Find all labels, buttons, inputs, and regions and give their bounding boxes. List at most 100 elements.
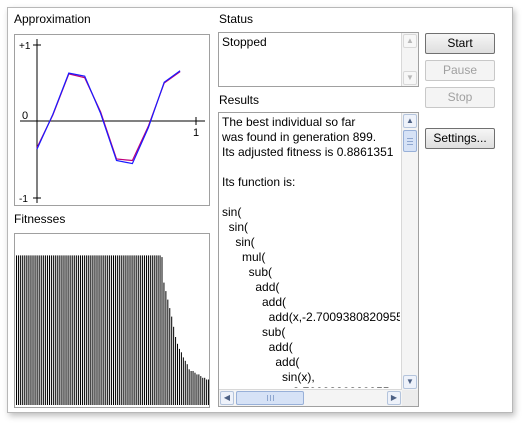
fitness-bar xyxy=(19,255,21,405)
fitnesses-chart xyxy=(16,255,210,405)
status-text: Stopped xyxy=(222,35,267,49)
fitness-bar xyxy=(144,255,146,405)
fitness-bar xyxy=(126,255,128,405)
scroll-up-icon[interactable]: ▲ xyxy=(403,34,417,48)
fitness-bar xyxy=(21,255,23,405)
results-textarea[interactable]: The best individual so far was found in … xyxy=(218,112,419,407)
fitness-bar xyxy=(31,255,33,405)
status-textarea[interactable]: Stopped ▲ ▼ xyxy=(218,32,419,87)
fitness-bar xyxy=(130,255,132,405)
fitness-bar xyxy=(134,255,136,405)
fitness-bar xyxy=(27,255,29,405)
fitness-bar xyxy=(208,379,210,405)
fitness-bar xyxy=(161,257,163,405)
fitness-bar xyxy=(206,379,208,405)
fitness-bar xyxy=(182,357,184,405)
fitness-bar xyxy=(171,316,173,405)
fitness-bar xyxy=(29,255,31,405)
fitness-bar xyxy=(105,255,107,405)
fitness-bar xyxy=(165,291,167,405)
fitness-bar xyxy=(23,255,25,405)
fitness-bar xyxy=(204,377,206,405)
fitness-bar xyxy=(93,255,95,405)
fitness-bar xyxy=(149,255,151,405)
fitness-bar xyxy=(122,255,124,405)
fitness-bar xyxy=(76,255,78,405)
fitness-bar xyxy=(43,255,45,405)
fitness-bar xyxy=(132,255,134,405)
fitness-bar xyxy=(47,255,49,405)
fitness-bar xyxy=(177,343,179,405)
fitness-bar xyxy=(128,255,130,405)
fitness-bar xyxy=(60,255,62,405)
fitness-bar xyxy=(89,255,91,405)
fitness-bar xyxy=(155,255,157,405)
fitness-bar xyxy=(184,360,186,405)
fitness-bar xyxy=(35,255,37,405)
stop-button[interactable]: Stop xyxy=(425,87,495,108)
approximation-title: Approximation xyxy=(14,12,91,26)
fitness-bar xyxy=(83,255,85,405)
fitness-bar xyxy=(138,255,140,405)
fitness-bar xyxy=(159,255,161,405)
pause-button[interactable]: Pause xyxy=(425,60,495,81)
fitness-bar xyxy=(113,255,114,405)
fitness-bar xyxy=(91,255,93,405)
scroll-left-icon[interactable]: ◀ xyxy=(220,391,234,405)
results-vertical-scrollbar[interactable]: ▲ ▼ xyxy=(401,113,418,390)
fitnesses-chart-panel xyxy=(14,233,210,408)
fitness-bar xyxy=(80,255,82,405)
fitness-bar xyxy=(186,364,188,405)
approximation-chart-panel: +1 0 -1 1 xyxy=(14,34,210,206)
fitness-bar xyxy=(180,352,182,405)
fitness-bar xyxy=(72,255,74,405)
fitness-bar xyxy=(145,255,147,405)
fitness-bar xyxy=(196,374,198,405)
fitness-bar xyxy=(66,255,68,405)
approximation-y-label-top: +1 xyxy=(19,41,31,52)
fitness-bar xyxy=(87,255,89,405)
fitness-bar xyxy=(58,255,60,405)
results-horizontal-scroll-thumb[interactable] xyxy=(236,391,304,405)
fitness-bar xyxy=(107,255,109,405)
fitness-bar xyxy=(78,255,80,405)
results-title: Results xyxy=(219,93,260,107)
fitness-bar xyxy=(192,371,194,405)
fitness-bar xyxy=(175,337,177,405)
fitness-bar xyxy=(68,255,70,405)
fitness-bar xyxy=(118,255,120,405)
fitness-bar xyxy=(41,255,43,405)
fitness-bar xyxy=(200,376,202,405)
fitness-bar xyxy=(16,255,17,405)
fitness-bar xyxy=(52,255,54,405)
approximation-curve xyxy=(36,70,181,165)
fitness-bar xyxy=(194,372,196,405)
fitness-bar xyxy=(85,255,87,405)
fitness-bar xyxy=(111,255,113,405)
approximation-x-label-end: 1 xyxy=(193,127,199,139)
fitness-bar xyxy=(151,255,153,405)
scroll-down-icon[interactable]: ▼ xyxy=(403,71,417,85)
fitnesses-title: Fitnesses xyxy=(14,212,66,226)
scroll-right-icon[interactable]: ▶ xyxy=(387,391,401,405)
scroll-up-icon[interactable]: ▲ xyxy=(403,114,417,128)
fitness-bar xyxy=(109,255,111,405)
status-vertical-scrollbar[interactable]: ▲ ▼ xyxy=(401,33,418,86)
fitness-bar xyxy=(140,255,142,405)
fitness-bar xyxy=(50,255,52,405)
fitness-bar xyxy=(17,255,19,405)
fitness-bar xyxy=(25,255,27,405)
scroll-down-icon[interactable]: ▼ xyxy=(403,375,417,389)
fitness-bar xyxy=(48,255,50,405)
scrollbar-corner xyxy=(402,390,418,406)
results-horizontal-scrollbar[interactable]: ◀ ▶ xyxy=(219,389,402,406)
fitness-bar xyxy=(45,255,47,405)
fitness-bar xyxy=(70,255,72,405)
fitness-bar xyxy=(54,255,56,405)
start-button[interactable]: Start xyxy=(425,33,495,54)
fitness-bar xyxy=(74,255,76,405)
settings-button[interactable]: Settings... xyxy=(425,128,495,149)
fitness-bar xyxy=(202,377,204,405)
fitness-bar xyxy=(39,255,41,405)
results-vertical-scroll-thumb[interactable] xyxy=(403,130,417,152)
